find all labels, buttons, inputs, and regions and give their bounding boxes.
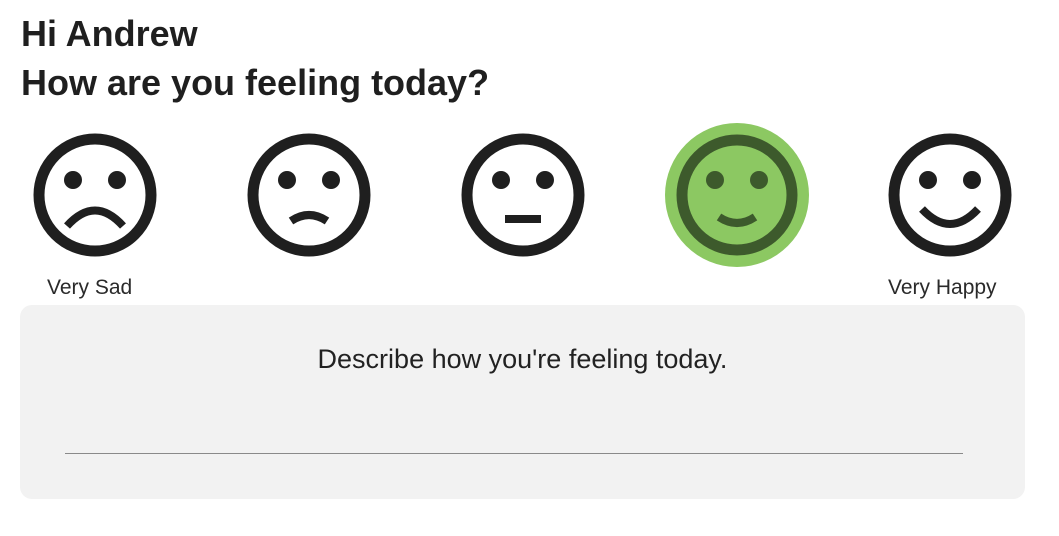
very-sad-face-icon bbox=[33, 133, 157, 257]
mood-question: How are you feeling today? bbox=[21, 62, 490, 103]
description-input[interactable] bbox=[65, 413, 963, 454]
sad-face-icon bbox=[247, 133, 371, 257]
mood-label-very-happy: Very Happy bbox=[888, 276, 997, 299]
very-happy-face-icon bbox=[888, 133, 1012, 257]
description-panel: Describe how you're feeling today. bbox=[20, 305, 1025, 499]
greeting-heading: Hi Andrew bbox=[21, 13, 198, 54]
mood-option-very-sad[interactable] bbox=[25, 125, 165, 265]
neutral-face-icon bbox=[461, 133, 585, 257]
mood-label-very-sad: Very Sad bbox=[47, 276, 133, 299]
mood-option-very-happy[interactable] bbox=[880, 125, 1020, 265]
mood-option-neutral[interactable] bbox=[453, 125, 593, 265]
mood-option-happy[interactable] bbox=[665, 123, 809, 267]
description-prompt: Describe how you're feeling today. bbox=[317, 344, 728, 374]
happy-face-icon bbox=[665, 123, 809, 267]
mood-option-sad[interactable] bbox=[239, 125, 379, 265]
